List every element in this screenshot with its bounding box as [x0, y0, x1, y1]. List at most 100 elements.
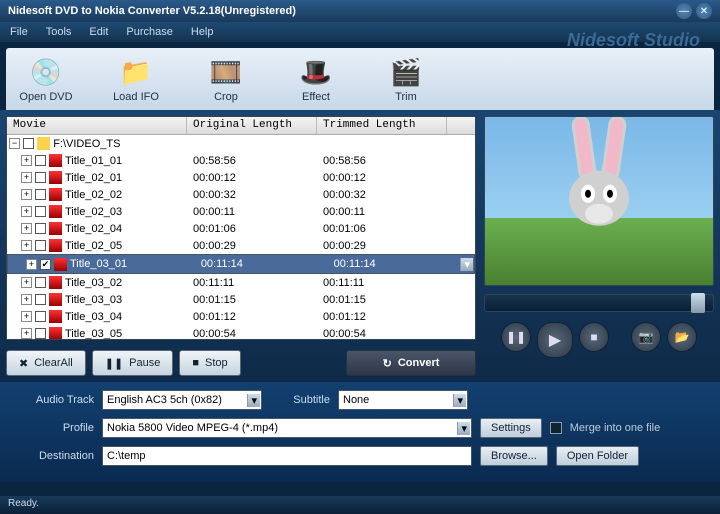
- expand-icon[interactable]: +: [21, 206, 32, 217]
- expand-icon[interactable]: +: [21, 223, 32, 234]
- video-icon: [49, 188, 62, 201]
- effect-icon: 🎩: [299, 55, 333, 89]
- table-row[interactable]: +Title_02_0400:01:0600:01:06: [7, 220, 475, 237]
- trimmed-length: 00:58:56: [317, 155, 447, 167]
- group-row[interactable]: − F:\VIDEO_TS: [7, 135, 475, 152]
- open-folder-button[interactable]: Open Folder: [556, 446, 639, 466]
- merge-checkbox[interactable]: [550, 422, 562, 434]
- x-icon: ✖: [19, 357, 28, 370]
- original-length: 00:00:32: [187, 189, 317, 201]
- subtitle-select[interactable]: None: [338, 390, 468, 410]
- load-ifo-button[interactable]: 📁Load IFO: [106, 55, 166, 103]
- trim-button[interactable]: 🎬Trim: [376, 55, 436, 103]
- player-pause-button[interactable]: ❚❚: [501, 322, 531, 352]
- expand-icon[interactable]: +: [21, 240, 32, 251]
- effect-button[interactable]: 🎩Effect: [286, 55, 346, 103]
- row-checkbox[interactable]: [35, 172, 46, 183]
- audio-track-label: Audio Track: [14, 394, 94, 406]
- original-length: 00:11:11: [187, 277, 317, 289]
- merge-label: Merge into one file: [570, 422, 661, 434]
- profile-select[interactable]: Nokia 5800 Video MPEG-4 (*.mp4): [102, 418, 472, 438]
- table-row[interactable]: +Title_02_0500:00:2900:00:29: [7, 237, 475, 254]
- table-row[interactable]: +Title_02_0300:00:1100:00:11: [7, 203, 475, 220]
- video-icon: [49, 276, 62, 289]
- stop-button[interactable]: ■Stop: [179, 350, 240, 376]
- expand-icon[interactable]: +: [21, 277, 32, 288]
- row-checkbox[interactable]: [35, 277, 46, 288]
- title-name: Title_02_05: [65, 240, 122, 252]
- audio-track-select[interactable]: English AC3 5ch (0x82): [102, 390, 262, 410]
- expand-icon[interactable]: +: [21, 294, 32, 305]
- convert-button[interactable]: ↻Convert: [346, 350, 476, 376]
- close-button[interactable]: ✕: [696, 3, 712, 19]
- title-name: Title_03_02: [65, 277, 122, 289]
- table-row[interactable]: +Title_02_0200:00:3200:00:32: [7, 186, 475, 203]
- table-row[interactable]: +Title_03_0300:01:1500:01:15: [7, 291, 475, 308]
- pause-button[interactable]: ❚❚Pause: [92, 350, 174, 376]
- table-row[interactable]: +Title_03_0400:01:1200:01:12: [7, 308, 475, 325]
- table-row[interactable]: +Title_03_0500:00:5400:00:54: [7, 325, 475, 339]
- pause-icon: ❚❚: [105, 357, 123, 370]
- row-checkbox[interactable]: [35, 155, 46, 166]
- snapshot-button[interactable]: 📷: [631, 322, 661, 352]
- original-length: 00:11:14: [195, 258, 325, 270]
- player-play-button[interactable]: ▶: [537, 322, 573, 358]
- player-stop-button[interactable]: ■: [579, 322, 609, 352]
- open-dvd-button[interactable]: 💿Open DVD: [16, 55, 76, 103]
- title-name: Title_03_05: [65, 328, 122, 340]
- row-checkbox[interactable]: [35, 328, 46, 339]
- settings-button[interactable]: Settings: [480, 418, 542, 438]
- trimmed-length: 00:11:14: [328, 258, 458, 270]
- title-name: Title_02_03: [65, 206, 122, 218]
- table-row[interactable]: +✔ Title_03_01 00:11:1400:11:14: [7, 254, 475, 274]
- title-name: Title_02_04: [65, 223, 122, 235]
- destination-label: Destination: [14, 450, 94, 462]
- table-row[interactable]: +Title_02_0100:00:1200:00:12: [7, 169, 475, 186]
- original-length: 00:01:15: [187, 294, 317, 306]
- trimmed-length: 00:11:11: [317, 277, 447, 289]
- row-checkbox[interactable]: [35, 189, 46, 200]
- row-checkbox[interactable]: [35, 223, 46, 234]
- clear-all-button[interactable]: ✖ClearAll: [6, 350, 86, 376]
- open-snapshot-button[interactable]: 📂: [667, 322, 697, 352]
- video-icon: [49, 310, 62, 323]
- header-trimmed-length[interactable]: Trimmed Length: [317, 117, 447, 134]
- row-checkbox[interactable]: [35, 206, 46, 217]
- row-checkbox[interactable]: [35, 311, 46, 322]
- table-row[interactable]: + Title_03_02 00:11:1100:11:11: [7, 274, 475, 291]
- row-checkbox[interactable]: [35, 294, 46, 305]
- browse-button[interactable]: Browse...: [480, 446, 548, 466]
- header-movie[interactable]: Movie: [7, 117, 187, 134]
- title-name: Title_03_01: [70, 258, 127, 270]
- collapse-icon[interactable]: −: [9, 138, 20, 149]
- minimize-button[interactable]: —: [676, 3, 692, 19]
- menu-tools[interactable]: Tools: [46, 26, 72, 38]
- header-original-length[interactable]: Original Length: [187, 117, 317, 134]
- group-checkbox[interactable]: [23, 138, 34, 149]
- expand-icon[interactable]: +: [21, 172, 32, 183]
- table-row[interactable]: +Title_01_0100:58:5600:58:56: [7, 152, 475, 169]
- original-length: 00:01:12: [187, 311, 317, 323]
- expand-icon[interactable]: +: [26, 259, 37, 270]
- menu-file[interactable]: File: [10, 26, 28, 38]
- toolbar: 💿Open DVD 📁Load IFO 🎞️Crop 🎩Effect 🎬Trim: [6, 48, 714, 110]
- trimmed-length: 00:01:15: [317, 294, 447, 306]
- destination-input[interactable]: [102, 446, 472, 466]
- row-checkbox[interactable]: [35, 240, 46, 251]
- list-body[interactable]: − F:\VIDEO_TS+Title_01_0100:58:5600:58:5…: [7, 135, 475, 339]
- preview-pane: [484, 116, 714, 286]
- menu-purchase[interactable]: Purchase: [126, 26, 172, 38]
- profile-label: Profile: [14, 422, 94, 434]
- expand-icon[interactable]: +: [21, 311, 32, 322]
- row-checkbox[interactable]: ✔: [40, 259, 51, 270]
- seek-bar[interactable]: [484, 294, 714, 312]
- crop-button[interactable]: 🎞️Crop: [196, 55, 256, 103]
- seek-thumb[interactable]: [691, 293, 705, 313]
- menu-edit[interactable]: Edit: [89, 26, 108, 38]
- trimmed-length: 00:00:12: [317, 172, 447, 184]
- expand-icon[interactable]: +: [21, 328, 32, 339]
- list-header: Movie Original Length Trimmed Length: [7, 117, 475, 135]
- expand-icon[interactable]: +: [21, 189, 32, 200]
- menu-help[interactable]: Help: [191, 26, 214, 38]
- expand-icon[interactable]: +: [21, 155, 32, 166]
